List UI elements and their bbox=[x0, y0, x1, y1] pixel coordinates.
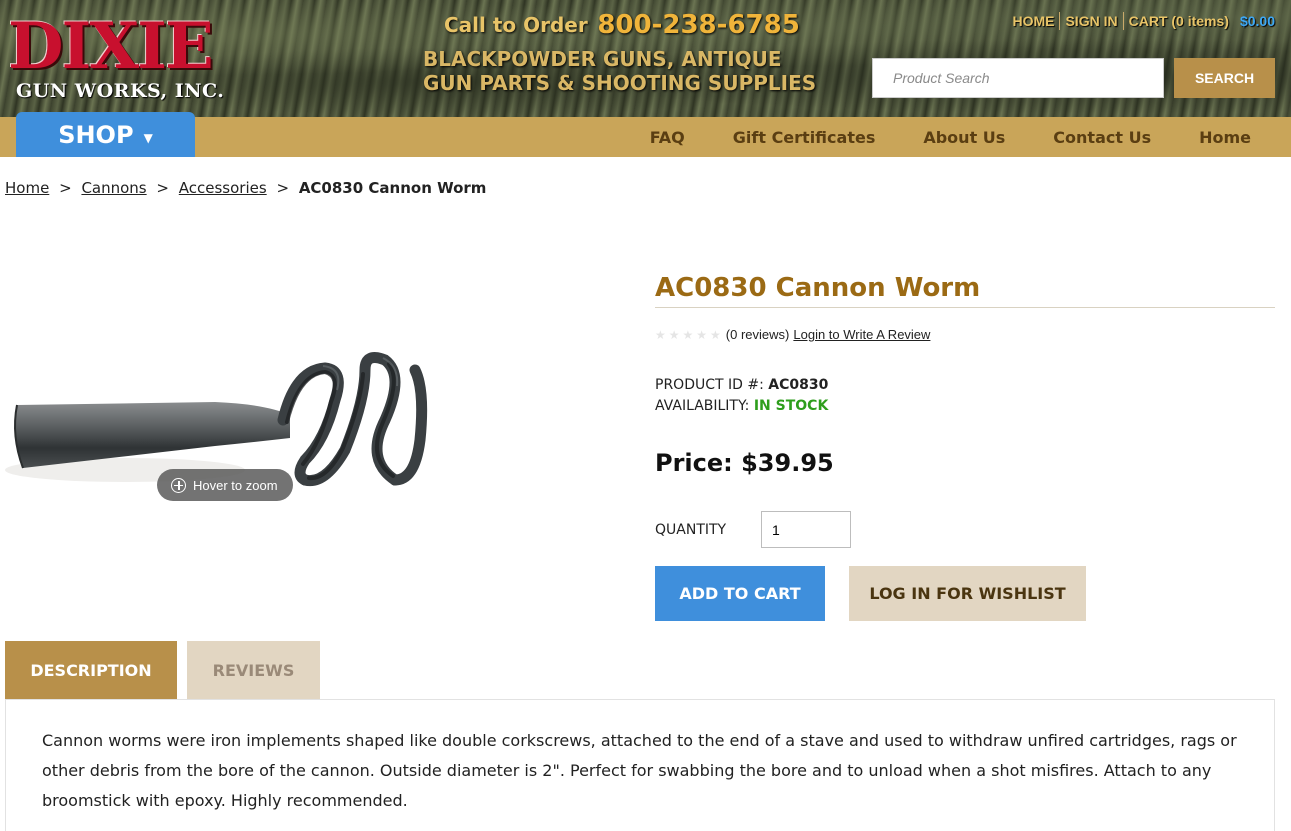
product-meta: PRODUCT ID #: AC0830 AVAILABILITY: IN ST… bbox=[655, 375, 828, 417]
zoom-plus-icon bbox=[171, 477, 186, 493]
phone-number[interactable]: 800-238-6785 bbox=[597, 10, 800, 40]
login-for-wishlist-button[interactable]: LOG IN FOR WISHLIST bbox=[849, 566, 1086, 621]
dixie-logo[interactable]: DIXIE GUN WORKS, INC. bbox=[8, 12, 238, 107]
tagline: BLACKPOWDER GUNS, ANTIQUE GUN PARTS & SH… bbox=[423, 47, 817, 95]
breadcrumb-separator: > bbox=[156, 179, 169, 197]
add-to-cart-button[interactable]: ADD TO CART bbox=[655, 566, 825, 621]
search-button[interactable]: SEARCH bbox=[1174, 58, 1275, 98]
zoom-hint-label: Hover to zoom bbox=[193, 477, 278, 493]
tagline-line-1: BLACKPOWDER GUNS, ANTIQUE bbox=[423, 47, 782, 71]
availability-value: IN STOCK bbox=[753, 398, 829, 414]
breadcrumb-home[interactable]: Home bbox=[5, 179, 49, 197]
review-count: (0 reviews) bbox=[725, 327, 790, 342]
top-link-sign-in[interactable]: SIGN IN bbox=[1060, 13, 1122, 29]
hover-to-zoom-hint[interactable]: Hover to zoom bbox=[157, 469, 293, 501]
nav-item-gift-certificates[interactable]: Gift Certificates bbox=[733, 128, 876, 147]
breadcrumb-current: AC0830 Cannon Worm bbox=[298, 179, 487, 197]
call-to-order: Call to Order 800-238-6785 bbox=[444, 10, 800, 40]
star-rating-icon: ★★★★★ bbox=[655, 327, 724, 342]
product-id-row: PRODUCT ID #: AC0830 bbox=[655, 375, 828, 396]
breadcrumb-cannons[interactable]: Cannons bbox=[81, 179, 146, 197]
description-text: Cannon worms were iron implements shaped… bbox=[42, 731, 1237, 810]
site-header: DIXIE GUN WORKS, INC. Call to Order 800-… bbox=[0, 0, 1291, 117]
product-id-label: PRODUCT ID #: bbox=[655, 377, 764, 393]
nav-item-home[interactable]: Home bbox=[1199, 128, 1251, 147]
search-input[interactable] bbox=[872, 58, 1164, 98]
availability-label: AVAILABILITY: bbox=[655, 398, 750, 414]
logo-sub-text: GUN WORKS, INC. bbox=[16, 80, 225, 102]
product-price: Price: $39.95 bbox=[655, 449, 834, 477]
top-link-cart[interactable]: CART (0 items) bbox=[1124, 13, 1234, 29]
quantity-input[interactable] bbox=[761, 511, 851, 548]
nav-item-about-us[interactable]: About Us bbox=[923, 128, 1005, 147]
product-title: AC0830 Cannon Worm bbox=[655, 273, 1275, 308]
tagline-line-2: GUN PARTS & SHOOTING SUPPLIES bbox=[423, 71, 817, 95]
product-id-value: AC0830 bbox=[768, 377, 829, 393]
write-review-link[interactable]: Login to Write A Review bbox=[793, 327, 930, 342]
call-label: Call to Order bbox=[444, 13, 588, 37]
availability-row: AVAILABILITY: IN STOCK bbox=[655, 396, 828, 417]
breadcrumb: Home > Cannons > Accessories > AC0830 Ca… bbox=[5, 179, 486, 197]
nav-item-contact-us[interactable]: Contact Us bbox=[1053, 128, 1151, 147]
breadcrumb-separator: > bbox=[59, 179, 72, 197]
breadcrumb-accessories[interactable]: Accessories bbox=[179, 179, 267, 197]
logo-main-text: DIXIE bbox=[8, 9, 214, 84]
quantity-label: QUANTITY bbox=[655, 522, 727, 538]
top-links: HOME SIGN IN CART (0 items) $0.00 bbox=[1007, 12, 1275, 30]
description-panel: Cannon worms were iron implements shaped… bbox=[5, 699, 1275, 831]
main-nav-links: FAQ Gift Certificates About Us Contact U… bbox=[626, 117, 1291, 157]
tab-reviews[interactable]: REVIEWS bbox=[187, 641, 320, 699]
breadcrumb-separator: > bbox=[276, 179, 290, 197]
top-link-home[interactable]: HOME bbox=[1007, 13, 1059, 29]
shop-label: SHOP bbox=[58, 120, 134, 149]
cart-total[interactable]: $0.00 bbox=[1240, 13, 1275, 29]
nav-item-faq[interactable]: FAQ bbox=[650, 128, 685, 147]
rating-row: ★★★★★ (0 reviews) Login to Write A Revie… bbox=[655, 327, 930, 342]
tab-description[interactable]: DESCRIPTION bbox=[5, 641, 177, 699]
shop-menu-button[interactable]: SHOP ▼ bbox=[16, 112, 195, 157]
caret-down-icon: ▼ bbox=[143, 130, 153, 145]
